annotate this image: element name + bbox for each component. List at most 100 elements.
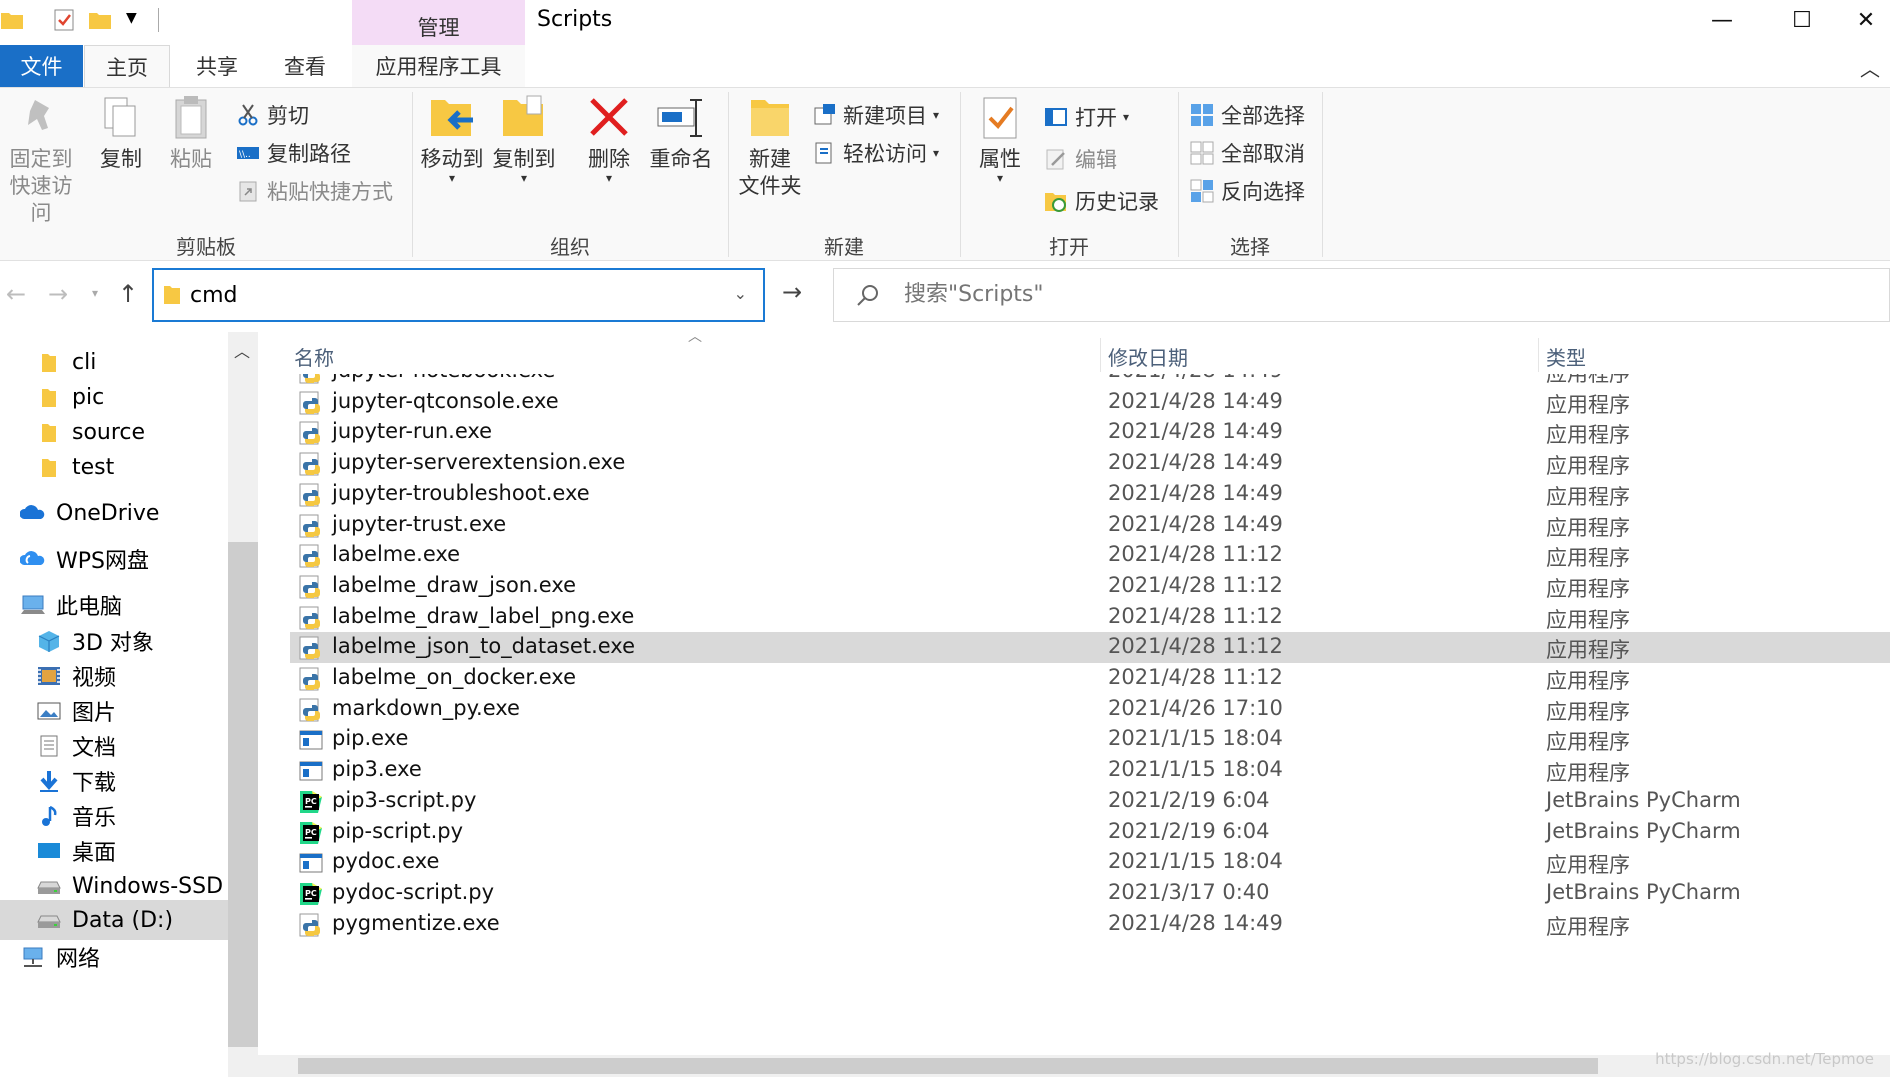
history-button[interactable]: 历史记录 [1044,186,1159,216]
python-exe-icon [298,374,324,385]
nav-item[interactable]: 网络 [0,937,228,977]
edit-button[interactable]: 编辑 [1044,144,1117,174]
file-name: jupyter-notebook.exe [332,374,555,382]
address-input[interactable] [190,283,710,308]
nav-item[interactable]: 3D 对象 [0,621,228,661]
file-row[interactable]: pip3.exe 2021/1/15 18:04 应用程序 [290,755,1890,786]
file-name: pydoc.exe [332,849,440,874]
file-row[interactable]: jupyter-troubleshoot.exe 2021/4/28 14:49 应… [290,479,1890,510]
search-box[interactable] [833,268,1890,322]
file-row[interactable]: labelme_draw_json.exe 2021/4/28 11:12 应用程序 [290,571,1890,602]
tab-file[interactable]: 文件 [0,45,83,87]
close-button[interactable]: ✕ [1842,0,1890,40]
file-row[interactable]: PC pip-script.py 2021/2/19 6:04 JetBrains P… [290,817,1890,848]
properties-button[interactable]: 属性 ▾ [966,94,1034,184]
scroll-up-icon[interactable]: ︿ [234,338,250,362]
rename-button[interactable]: 重命名 [646,94,716,173]
nav-item[interactable]: 视频 [0,656,228,696]
tab-home[interactable]: 主页 [84,45,170,88]
delete-button[interactable]: 删除 ▾ [578,94,640,184]
select-none-button[interactable]: 全部取消 [1190,138,1305,168]
column-divider[interactable] [1100,338,1101,372]
file-row[interactable]: markdown_py.exe 2021/4/26 17:10 应用程序 [290,694,1890,725]
column-type-header[interactable]: 类型 [1546,342,1586,371]
file-row[interactable]: labelme_json_to_dataset.exe 2021/4/28 11:… [290,632,1890,663]
copy-button[interactable]: 复制 [92,94,150,173]
copy-to-button[interactable]: 复制到 ▾ [490,94,558,184]
invert-selection-button[interactable]: 反向选择 [1190,176,1305,206]
nav-item[interactable]: source [0,412,228,452]
file-name: pygmentize.exe [332,910,500,935]
collapse-ribbon-icon[interactable]: ︿ [1860,53,1880,82]
maximize-button[interactable]: ☐ [1762,0,1842,40]
new-folder-button[interactable]: 新建 文件夹 [734,94,806,200]
paste-button[interactable]: 粘贴 [162,94,220,173]
pin-quick-access-button[interactable]: 固定到 快速访问 [0,94,82,227]
file-name: pip3-script.py [332,787,477,812]
properties-check-icon[interactable] [52,8,76,32]
horizontal-scrollbar[interactable] [258,1055,1890,1077]
search-input[interactable] [904,282,1804,307]
file-row[interactable]: jupyter-notebook.exe2021/4/28 14:49应用程序 [290,374,1890,387]
file-row[interactable]: labelme_draw_label_png.exe 2021/4/28 11:1… [290,602,1890,633]
quick-access-dropdown-icon[interactable]: ▼ [126,10,137,26]
cut-label: 剪切 [267,104,309,128]
tab-application-tools[interactable]: 应用程序工具 [352,45,525,87]
open-button[interactable]: 打开 ▾ [1044,102,1129,132]
nav-item[interactable]: 桌面 [0,831,228,871]
new-folder-icon[interactable] [88,8,112,32]
nav-item[interactable]: 下载 [0,761,228,801]
nav-item[interactable]: 音乐 [0,796,228,836]
file-row[interactable]: jupyter-trust.exe 2021/4/28 14:49 应用程序 [290,510,1890,541]
file-row[interactable]: pygmentize.exe 2021/4/28 14:49 应用程序 [290,909,1890,940]
nav-item[interactable]: 文档 [0,726,228,766]
back-arrow-icon[interactable]: ← [6,280,26,308]
select-all-button[interactable]: 全部选择 [1190,100,1305,130]
tab-share[interactable]: 共享 [176,45,258,87]
up-arrow-icon[interactable]: ↑ [118,280,138,308]
file-row[interactable]: jupyter-serverextension.exe 2021/4/28 14:… [290,448,1890,479]
address-history-dropdown-icon[interactable]: ⌄ [734,284,747,303]
go-arrow-icon[interactable]: → [782,278,802,306]
nav-pane-scroll-thumb[interactable] [228,542,258,1047]
file-row[interactable]: pip.exe 2021/1/15 18:04 应用程序 [290,724,1890,755]
file-row[interactable]: PC pip3-script.py 2021/2/19 6:04 JetBrains … [290,786,1890,817]
file-type: 应用程序 [1546,576,1630,601]
tab-view[interactable]: 查看 [262,45,348,87]
column-name-header[interactable]: 名称 [294,342,334,371]
cut-button[interactable]: 剪切 [236,100,309,130]
column-modified-header[interactable]: 修改日期 [1108,342,1188,371]
file-row[interactable]: jupyter-qtconsole.exe 2021/4/28 14:49 应用程序 [290,387,1890,418]
file-row[interactable]: jupyter-run.exe 2021/4/28 14:49 应用程序 [290,417,1890,448]
move-to-button[interactable]: 移动到 ▾ [418,94,486,184]
address-bar[interactable]: ⌄ [152,268,765,322]
nav-item[interactable]: 图片 [0,691,228,731]
nav-item[interactable]: test [0,447,228,487]
forward-arrow-icon[interactable]: → [48,280,68,308]
folder-icon [36,350,62,374]
file-type: 应用程序 [1546,638,1630,663]
easy-access-button[interactable]: 轻松访问 ▾ [812,138,939,168]
nav-item[interactable]: Data (D:) [0,900,228,940]
nav-item[interactable]: pic [0,377,228,417]
file-row[interactable]: pydoc.exe 2021/1/15 18:04 应用程序 [290,847,1890,878]
pin-icon [28,100,49,130]
recent-locations-dropdown-icon[interactable]: ▾ [92,286,98,300]
file-type: 应用程序 [1546,761,1630,786]
file-row[interactable]: labelme.exe 2021/4/28 11:12 应用程序 [290,540,1890,571]
column-divider[interactable] [1538,338,1539,372]
file-row[interactable]: labelme_on_docker.exe 2021/4/28 11:12 应用程序 [290,663,1890,694]
nav-item[interactable]: cli [0,342,228,382]
nav-pane-scrollbar[interactable]: ︿ [228,332,258,1077]
file-row[interactable]: PC pydoc-script.py 2021/3/17 0:40 JetBrains… [290,878,1890,909]
nav-item[interactable]: OneDrive [0,493,228,533]
minimize-button[interactable]: — [1682,0,1762,40]
nav-item[interactable]: 此电脑 [0,585,228,625]
nav-item[interactable]: WPS网盘 [0,539,228,579]
invert-selection-label: 反向选择 [1221,180,1305,204]
copy-path-button[interactable]: \\.. 复制路径 [236,138,351,168]
paste-shortcut-button[interactable]: 粘贴快捷方式 [236,176,393,206]
horizontal-scroll-thumb[interactable] [298,1058,1598,1074]
exe-window-icon [298,758,324,784]
new-item-button[interactable]: 新建项目 ▾ [812,100,939,130]
